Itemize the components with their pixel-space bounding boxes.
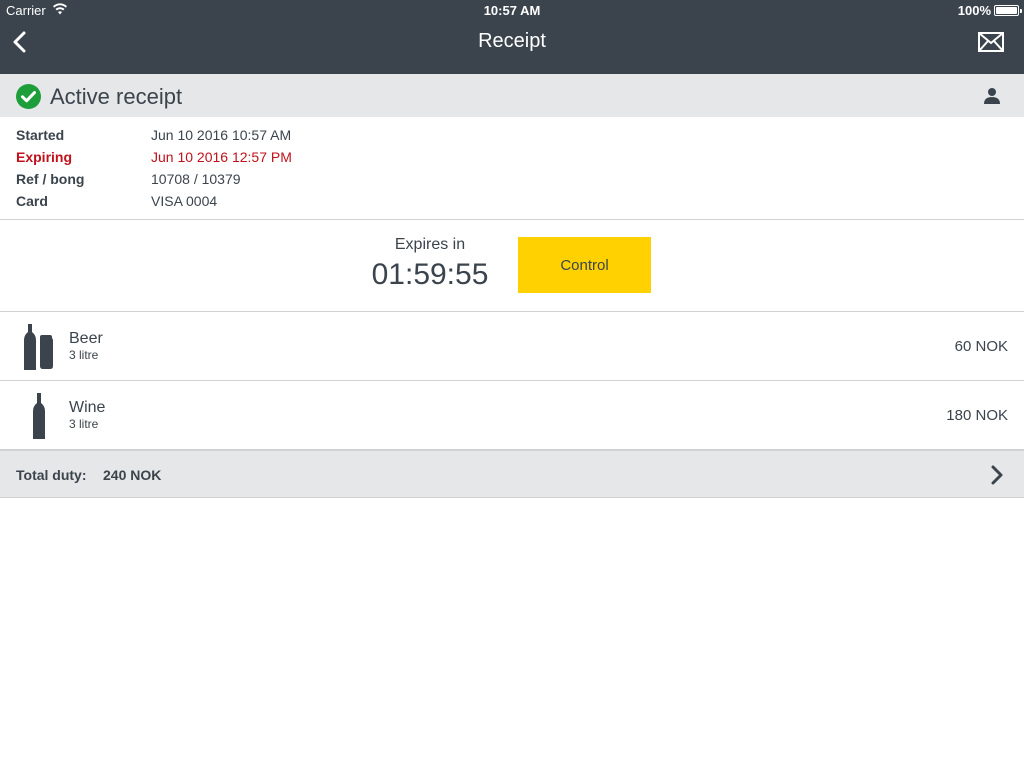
detail-key: Expiring bbox=[16, 149, 73, 165]
list-item-beer[interactable]: Beer 3 litre 60 NOK bbox=[0, 312, 1024, 381]
item-price: 60 NOK bbox=[954, 338, 1008, 355]
wine-bottle-icon bbox=[33, 393, 45, 439]
countdown-value: 01:59:55 bbox=[371, 258, 489, 291]
beer-bottle-can-icon bbox=[24, 324, 53, 370]
detail-value: Jun 10 2016 10:57 AM bbox=[151, 127, 292, 143]
detail-value: 10708 / 10379 bbox=[151, 171, 241, 187]
total-duty-row[interactable]: Total duty: 240 NOK bbox=[0, 450, 1024, 498]
item-name: Wine bbox=[69, 399, 106, 416]
battery-percent: 100% bbox=[957, 3, 991, 18]
check-circle-icon bbox=[16, 84, 41, 109]
receipt-status-label: Active receipt bbox=[50, 84, 183, 109]
detail-key: Started bbox=[16, 127, 65, 143]
status-bar: Carrier 10:57 AM 100% bbox=[0, 0, 1024, 20]
detail-value: Jun 10 2016 12:57 PM bbox=[151, 149, 292, 165]
chevron-right-icon bbox=[991, 465, 1003, 485]
battery-icon bbox=[994, 5, 1022, 16]
expires-in-label: Expires in bbox=[394, 236, 466, 253]
control-button[interactable]: Control bbox=[518, 237, 651, 293]
mail-icon[interactable] bbox=[978, 32, 1004, 52]
item-price: 180 NOK bbox=[946, 407, 1008, 424]
item-quantity: 3 litre bbox=[69, 417, 99, 431]
top-bar: Carrier 10:57 AM 100% Receipt bbox=[0, 0, 1024, 74]
list-item-wine[interactable]: Wine 3 litre 180 NOK bbox=[0, 381, 1024, 450]
item-name: Beer bbox=[69, 330, 103, 347]
expiry-timer-section: Expires in 01:59:55 Control bbox=[0, 220, 1024, 312]
page-title: Receipt bbox=[478, 30, 546, 52]
item-quantity: 3 litre bbox=[69, 348, 99, 362]
receipt-status-header: Active receipt bbox=[0, 74, 1024, 117]
detail-key: Card bbox=[16, 193, 48, 209]
receipt-details: Started Jun 10 2016 10:57 AM Expiring Ju… bbox=[0, 117, 1024, 220]
total-duty-value: 240 NOK bbox=[103, 467, 162, 483]
clock: 10:57 AM bbox=[483, 3, 541, 18]
total-duty-label: Total duty: bbox=[16, 467, 87, 483]
detail-value: VISA 0004 bbox=[151, 193, 218, 209]
user-icon[interactable] bbox=[983, 87, 1001, 105]
detail-key: Ref / bong bbox=[16, 171, 85, 187]
